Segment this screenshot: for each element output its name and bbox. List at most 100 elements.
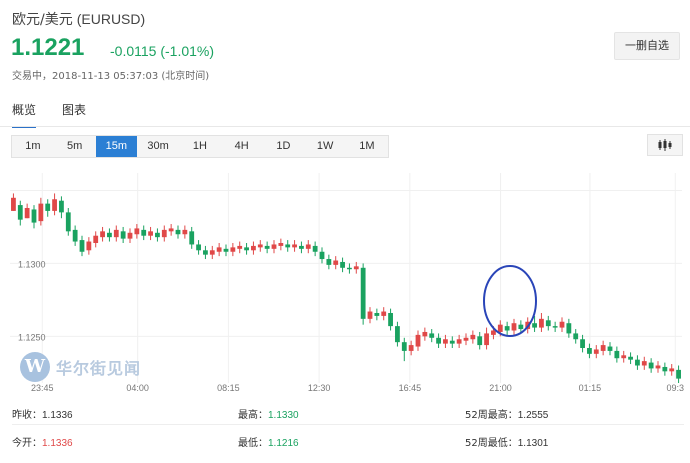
stat-label: 今开：: [12, 438, 42, 449]
candle-body: [292, 244, 297, 248]
interval-1w[interactable]: 1W: [304, 136, 346, 157]
candle-body: [216, 247, 222, 252]
candle-body: [443, 339, 448, 344]
candle-body: [415, 334, 421, 347]
candle-body: [209, 250, 215, 255]
candle-body: [593, 349, 599, 354]
candle-body: [189, 231, 195, 245]
candle-body: [299, 245, 304, 249]
x-axis: 23:45 04:00 08:15 12:30 16:45 21:00 01:15 09:3: [31, 383, 684, 393]
candle-body: [182, 229, 188, 235]
candle-body: [278, 243, 284, 246]
candle-body: [264, 245, 270, 249]
candle-body: [79, 240, 85, 252]
candle-body: [38, 203, 44, 222]
interval-1mo[interactable]: 1M: [346, 136, 388, 157]
candle-body: [374, 313, 380, 316]
x-tick-label: 01:15: [579, 383, 602, 393]
stat-value: 1.1330: [268, 410, 299, 421]
candle-body: [196, 244, 201, 251]
candle-body: [381, 311, 387, 316]
watermark: W 华尔街见闻: [20, 352, 141, 382]
candle-body: [134, 228, 140, 235]
candle-body: [31, 209, 37, 223]
candle-body: [511, 323, 517, 331]
interval-5m[interactable]: 5m: [54, 136, 96, 157]
stat-value: 1.1301: [517, 438, 549, 449]
interval-15m[interactable]: 15m: [95, 136, 138, 157]
stat-label: 昨收：: [12, 410, 42, 421]
candle-body: [237, 245, 243, 249]
instrument-title: 欧元/美元 (EURUSD): [12, 9, 145, 29]
candle-body: [532, 323, 537, 328]
stat-low: 最低：1.1216: [238, 434, 299, 449]
x-tick-label: 04:00: [126, 383, 149, 393]
candle-body: [107, 232, 112, 238]
candle-body: [621, 355, 627, 359]
interval-30m[interactable]: 30m: [137, 136, 179, 157]
tab-divider: [0, 126, 690, 127]
candle-body: [497, 324, 503, 332]
candle-body: [353, 266, 359, 270]
candle-body: [86, 241, 92, 251]
candle-body: [120, 231, 126, 239]
stat-label: 最高：: [238, 410, 268, 421]
candle-body: [244, 247, 249, 251]
interval-selector: 1m 5m 15m 30m 1H 4H 1D 1W 1M: [11, 135, 389, 158]
candle-body: [484, 333, 489, 346]
candle-body: [580, 339, 585, 348]
stat-prev-close: 昨收：1.1336: [12, 406, 73, 421]
candle-body: [148, 231, 153, 236]
y-tick-label: 1.1250: [18, 332, 46, 342]
stat-52w-low: 52周最低：1.1301: [465, 434, 548, 449]
candle-body: [436, 337, 441, 344]
candle-body: [456, 339, 462, 344]
x-tick-label: 08:15: [217, 383, 240, 393]
candle-body: [17, 205, 23, 220]
instrument-name: 欧元/美元: [12, 12, 73, 28]
remove-watchlist-button[interactable]: 一删自选: [614, 32, 680, 60]
candle-body: [127, 232, 133, 239]
stats-divider: [12, 424, 684, 425]
candle-body: [552, 326, 558, 328]
candle-body: [676, 369, 681, 379]
candle-body: [141, 229, 147, 236]
trading-status: 交易中，2018-11-13 05:37:03 (北京时间): [12, 71, 210, 82]
interval-4h[interactable]: 4H: [221, 136, 263, 157]
stat-high: 最高：1.1330: [238, 406, 299, 421]
tab-chart[interactable]: 图表: [62, 101, 86, 128]
candle-body: [477, 336, 483, 346]
chart-type-button[interactable]: [647, 134, 683, 156]
candle-body: [408, 345, 414, 351]
candle-body: [360, 267, 366, 319]
candle-body: [491, 330, 496, 335]
interval-1d[interactable]: 1D: [263, 136, 305, 157]
candle-body: [65, 212, 71, 232]
candle-body: [52, 199, 57, 211]
candle-body: [271, 244, 277, 249]
stat-label: 52周最高：: [465, 410, 518, 421]
stat-value: 1.1216: [268, 438, 299, 449]
interval-1h[interactable]: 1H: [179, 136, 221, 157]
candle-body: [326, 259, 332, 265]
candle-body: [401, 342, 407, 351]
candle-body: [333, 260, 339, 265]
tab-overview[interactable]: 概览: [12, 101, 37, 128]
y-axis: 1.1300 1.1250: [18, 259, 46, 342]
stat-open: 今开：1.1336: [12, 434, 73, 449]
instrument-code: (EURUSD): [76, 11, 146, 27]
highlight-circle: [483, 265, 537, 337]
stat-52w-high: 52周最高：1.2555: [465, 406, 548, 421]
candle-body: [285, 244, 291, 248]
candle-body: [669, 368, 675, 372]
x-tick-label: 09:3: [667, 383, 685, 393]
interval-1m[interactable]: 1m: [12, 136, 54, 157]
candle-body: [161, 229, 167, 238]
x-tick-label: 12:30: [308, 383, 331, 393]
candle-body: [573, 333, 579, 340]
candle-body: [614, 350, 620, 359]
candle-body: [175, 229, 181, 235]
candle-body: [59, 200, 64, 213]
candle-body: [463, 337, 469, 341]
candle-body: [72, 229, 78, 242]
